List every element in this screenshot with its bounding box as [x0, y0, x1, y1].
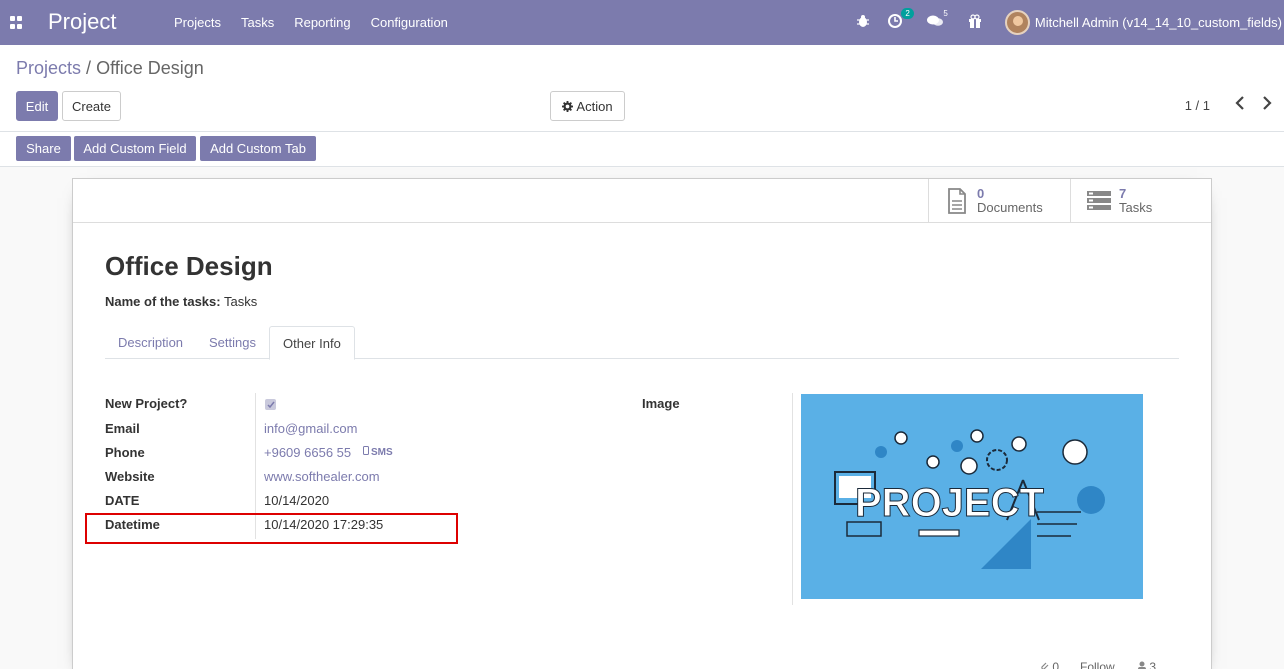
name-of-tasks-field: Name of the tasks: Tasks	[105, 294, 257, 309]
top-navbar: Project Projects Tasks Reporting Configu…	[0, 0, 1284, 45]
gift-icon[interactable]	[968, 14, 982, 31]
tab-other-info[interactable]: Other Info	[269, 326, 355, 360]
messages-chat-icon[interactable]: 5	[926, 9, 948, 31]
paperclip-icon	[1041, 662, 1049, 669]
email-value[interactable]: info@gmail.com	[264, 421, 357, 436]
pager-next-icon[interactable]	[1262, 96, 1272, 115]
documents-count: 0	[977, 186, 985, 201]
pager-value[interactable]: 1 / 1	[1185, 98, 1210, 113]
systray: 2 5 Mitchell Admin (v14_14_10_custom_fie…	[847, 0, 1284, 45]
user-name: Mitchell Admin (v14_14_10_custom_fields)	[1034, 15, 1282, 30]
tab-settings[interactable]: Settings	[196, 326, 269, 359]
date-label: DATE	[105, 493, 140, 508]
notebook-tabs: Description Settings Other Info	[105, 326, 1179, 360]
tasks-list-icon	[1087, 187, 1111, 215]
website-label: Website	[105, 469, 155, 484]
documents-label: Documents	[977, 200, 1043, 215]
add-custom-field-button[interactable]: Add Custom Field	[74, 136, 196, 161]
bug-icon[interactable]	[856, 14, 870, 31]
activity-count-badge: 2	[901, 8, 914, 19]
document-icon	[945, 187, 969, 215]
phone-label: Phone	[105, 445, 145, 460]
project-illustration: PROJECT	[834, 429, 1105, 569]
record-title: Office Design	[105, 251, 273, 281]
apps-menu-icon[interactable]	[10, 16, 23, 29]
new-project-checkbox[interactable]	[265, 399, 276, 410]
documents-smart-button[interactable]: 0 Documents	[928, 179, 1070, 223]
user-menu[interactable]: Mitchell Admin (v14_14_10_custom_fields)	[1004, 10, 1282, 35]
phone-value[interactable]: +9609 6656 55	[264, 445, 351, 460]
datetime-highlight-box	[85, 513, 458, 544]
user-icon	[1138, 661, 1146, 669]
mobile-phone-icon	[363, 446, 369, 455]
action-button[interactable]: Action	[550, 91, 625, 121]
app-brand[interactable]: Project	[48, 9, 116, 35]
menu-item-configuration[interactable]: Configuration	[361, 15, 458, 30]
create-button[interactable]: Create	[62, 91, 121, 121]
date-value[interactable]: 10/14/2020	[264, 493, 329, 508]
breadcrumb: Projects / Office Design	[16, 58, 204, 79]
breadcrumb-separator: /	[86, 58, 92, 78]
project-image[interactable]: PROJECT	[801, 394, 1143, 599]
followers-count-value: 3	[1149, 660, 1157, 669]
image-label: Image	[642, 396, 680, 411]
tasks-count: 7	[1119, 186, 1127, 201]
email-label: Email	[105, 421, 140, 436]
menu-item-tasks[interactable]: Tasks	[231, 15, 284, 30]
breadcrumb-current: Office Design	[96, 58, 204, 78]
control-panel-divider	[0, 131, 1284, 132]
add-custom-tab-button[interactable]: Add Custom Tab	[200, 136, 316, 161]
name-of-tasks-value: Tasks	[223, 294, 258, 309]
followers-count[interactable]: 3	[1138, 660, 1156, 669]
name-of-tasks-label: Name of the tasks:	[105, 294, 221, 309]
breadcrumb-projects-link[interactable]: Projects	[16, 58, 81, 78]
tasks-smart-button[interactable]: 7 Tasks	[1070, 179, 1211, 223]
action-label: Action	[576, 98, 613, 114]
smart-button-box: 0 Documents 7 Tasks	[73, 179, 1211, 223]
user-avatar	[1004, 10, 1030, 35]
sms-button[interactable]: SMS	[363, 446, 393, 458]
project-image-text: PROJECT	[855, 481, 1044, 525]
main-menu: Projects Tasks Reporting Configuration	[164, 0, 458, 45]
tasks-label: Tasks	[1119, 200, 1153, 215]
form-sheet: 0 Documents 7 Tasks Office Design Name o…	[72, 178, 1212, 669]
gear-icon	[562, 100, 574, 112]
attachments-count-value: 0	[1052, 660, 1060, 669]
pager-previous-icon[interactable]	[1235, 96, 1245, 115]
follow-button[interactable]: Follow	[1080, 660, 1115, 669]
messages-count-badge: 5	[943, 9, 948, 18]
activity-clock-icon[interactable]: 2	[887, 8, 914, 31]
share-button[interactable]: Share	[16, 136, 71, 161]
attachments-count[interactable]: 0	[1040, 660, 1059, 669]
edit-button[interactable]: Edit	[16, 91, 58, 121]
new-project-label: New Project?	[105, 396, 188, 411]
menu-item-projects[interactable]: Projects	[164, 15, 231, 30]
image-separator	[792, 393, 793, 605]
tab-description[interactable]: Description	[105, 326, 196, 359]
website-value[interactable]: www.softhealer.com	[264, 469, 380, 484]
menu-item-reporting[interactable]: Reporting	[284, 15, 360, 30]
sms-label: SMS	[371, 447, 393, 458]
